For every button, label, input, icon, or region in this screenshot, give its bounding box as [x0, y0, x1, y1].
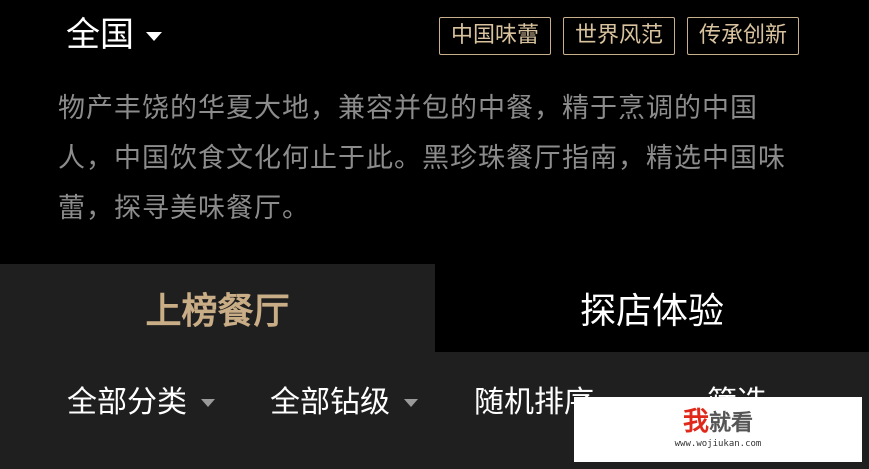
filter-category-label: 全部分类 [67, 385, 187, 420]
intro-text: 物产丰饶的华夏大地，兼容并包的中餐，精于烹调的中国人，中国饮食文化何止于此。黑珍… [58, 93, 786, 224]
filter-level-label: 全部钻级 [270, 385, 390, 420]
tag-world-style: 世界风范 [562, 17, 675, 55]
filter-category-dropdown[interactable]: 全部分类 [67, 382, 215, 424]
tag-chinese-taste: 中国味蕾 [438, 17, 551, 55]
caret-down-icon [404, 399, 418, 407]
watermark-url: www.wojiukan.com [674, 438, 762, 449]
tab-visit-experience[interactable]: 探店体验 [435, 264, 869, 352]
tag-heritage-innovation: 传承创新 [686, 17, 799, 55]
tab-listed-restaurants[interactable]: 上榜餐厅 [0, 264, 435, 352]
region-selector[interactable]: 全国 [66, 12, 162, 58]
tag-list: 中国味蕾 世界风范 传承创新 [438, 17, 799, 55]
app-screen: 全国 中国味蕾 世界风范 传承创新 物产丰饶的华夏大地，兼容并包的中餐，精于烹调… [0, 0, 869, 469]
filter-level-dropdown[interactable]: 全部钻级 [270, 382, 418, 424]
caret-down-icon [201, 399, 215, 407]
caret-down-icon [146, 31, 162, 41]
watermark-brand: 我 就看 [682, 406, 754, 437]
region-label: 全国 [66, 15, 134, 55]
watermark-logo: 我 就看 www.wojiukan.com [574, 397, 862, 462]
tab-bar: 上榜餐厅 探店体验 [0, 264, 869, 352]
